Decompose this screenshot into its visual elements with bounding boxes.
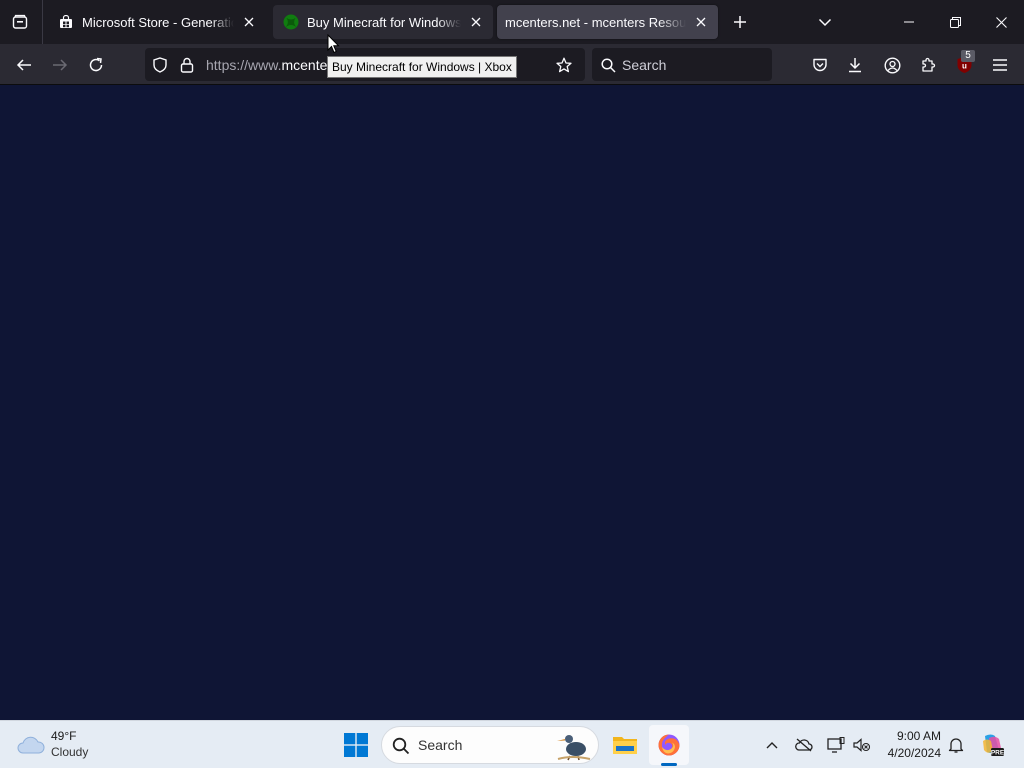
file-explorer-button[interactable] [605, 725, 645, 765]
url-scheme: https://www. [206, 57, 282, 73]
firefox-icon [658, 734, 680, 756]
close-tab-icon[interactable] [690, 11, 712, 33]
close-icon [995, 16, 1007, 28]
search-icon [392, 737, 410, 755]
new-tab-button[interactable] [727, 9, 753, 35]
account-icon [883, 56, 901, 74]
show-hidden-icons-button[interactable] [762, 735, 782, 755]
cloud-icon [17, 736, 45, 754]
mouse-cursor-icon [327, 34, 340, 54]
tab-buy-minecraft[interactable]: Buy Minecraft for Windows | Xbox [273, 5, 493, 39]
page-content[interactable] [0, 85, 1024, 720]
start-button[interactable] [336, 725, 376, 765]
tab-strip: Microsoft Store - Generation Project Buy… [0, 0, 1024, 44]
store-icon [58, 14, 74, 30]
firefox-view-button[interactable] [6, 9, 34, 35]
forward-button[interactable] [45, 50, 75, 80]
bookmark-star-icon[interactable] [555, 56, 573, 74]
chevron-down-icon [818, 18, 832, 27]
minimize-icon [904, 21, 914, 23]
plus-icon [734, 16, 746, 28]
reload-button[interactable] [81, 50, 111, 80]
account-button[interactable] [877, 50, 907, 80]
pocket-button[interactable] [805, 50, 835, 80]
app-menu-button[interactable] [985, 50, 1015, 80]
lock-icon[interactable] [178, 56, 196, 74]
arrow-right-icon [53, 59, 68, 71]
search-placeholder: Search [622, 57, 667, 73]
arrow-left-icon [16, 59, 31, 71]
xbox-icon [283, 14, 299, 30]
search-bar[interactable]: Search [592, 48, 772, 81]
search-highlight-bird-icon [557, 735, 591, 761]
tab-tooltip: Buy Minecraft for Windows | Xbox [327, 56, 517, 78]
tab-title: Microsoft Store - Generation Project [82, 14, 234, 30]
onedrive-button[interactable] [794, 735, 814, 755]
downloads-button[interactable] [840, 50, 870, 80]
close-tab-icon[interactable] [238, 11, 260, 33]
tab-title: mcenters.net - mcenters Resources [505, 14, 686, 30]
active-app-indicator [661, 763, 677, 766]
tab-divider [42, 0, 43, 44]
copilot-button[interactable]: PRE [972, 725, 1012, 765]
monitor-icon [827, 737, 845, 753]
cloud-offline-icon [795, 738, 813, 752]
weather-temperature: 49°F [51, 729, 77, 743]
url-host: mcente [281, 57, 328, 73]
bell-icon [948, 738, 964, 753]
tab-mcenters[interactable]: mcenters.net - mcenters Resources [497, 5, 718, 39]
extension-badge: 5 [961, 50, 975, 62]
restore-icon [949, 16, 961, 28]
search-icon [599, 56, 617, 74]
weather-condition: Cloudy [51, 745, 89, 759]
url-text[interactable]: https://www.mcente [206, 57, 327, 73]
svg-text:u: u [962, 62, 967, 71]
speaker-muted-icon [853, 738, 871, 752]
windows-taskbar: 49°F Cloudy Search 9:00 AM 4/20/2024 PRE [0, 720, 1024, 768]
copilot-icon: PRE [983, 734, 1005, 757]
close-window-button[interactable] [978, 0, 1024, 44]
svg-text:PRE: PRE [991, 750, 1005, 757]
reload-icon [89, 57, 103, 72]
restore-button[interactable] [932, 0, 978, 44]
taskbar-search-placeholder: Search [418, 737, 463, 753]
folder-icon [613, 737, 637, 754]
clock-time: 9:00 AM [896, 729, 941, 743]
list-all-tabs-button[interactable] [812, 9, 838, 35]
close-tab-icon[interactable] [465, 11, 487, 33]
firefox-taskbar-button[interactable] [649, 725, 689, 765]
extensions-button[interactable] [913, 50, 943, 80]
clock-date: 4/20/2024 [887, 746, 941, 760]
firefox-view-icon [12, 14, 28, 29]
notifications-button[interactable] [946, 735, 966, 755]
taskbar-search[interactable]: Search [381, 726, 599, 764]
tracking-protection-icon[interactable] [151, 56, 169, 74]
download-icon [849, 58, 861, 73]
volume-button[interactable] [852, 735, 872, 755]
minimize-button[interactable] [886, 0, 932, 44]
tab-title: Buy Minecraft for Windows | Xbox [307, 14, 461, 30]
display-button[interactable] [826, 735, 846, 755]
back-button[interactable] [9, 50, 39, 80]
windows-logo-icon [344, 733, 368, 757]
tab-microsoft-store[interactable]: Microsoft Store - Generation Project [48, 5, 266, 39]
hamburger-menu-icon [993, 59, 1007, 71]
chevron-up-icon [766, 742, 778, 749]
puzzle-piece-icon [922, 57, 936, 72]
pocket-icon [813, 58, 827, 72]
